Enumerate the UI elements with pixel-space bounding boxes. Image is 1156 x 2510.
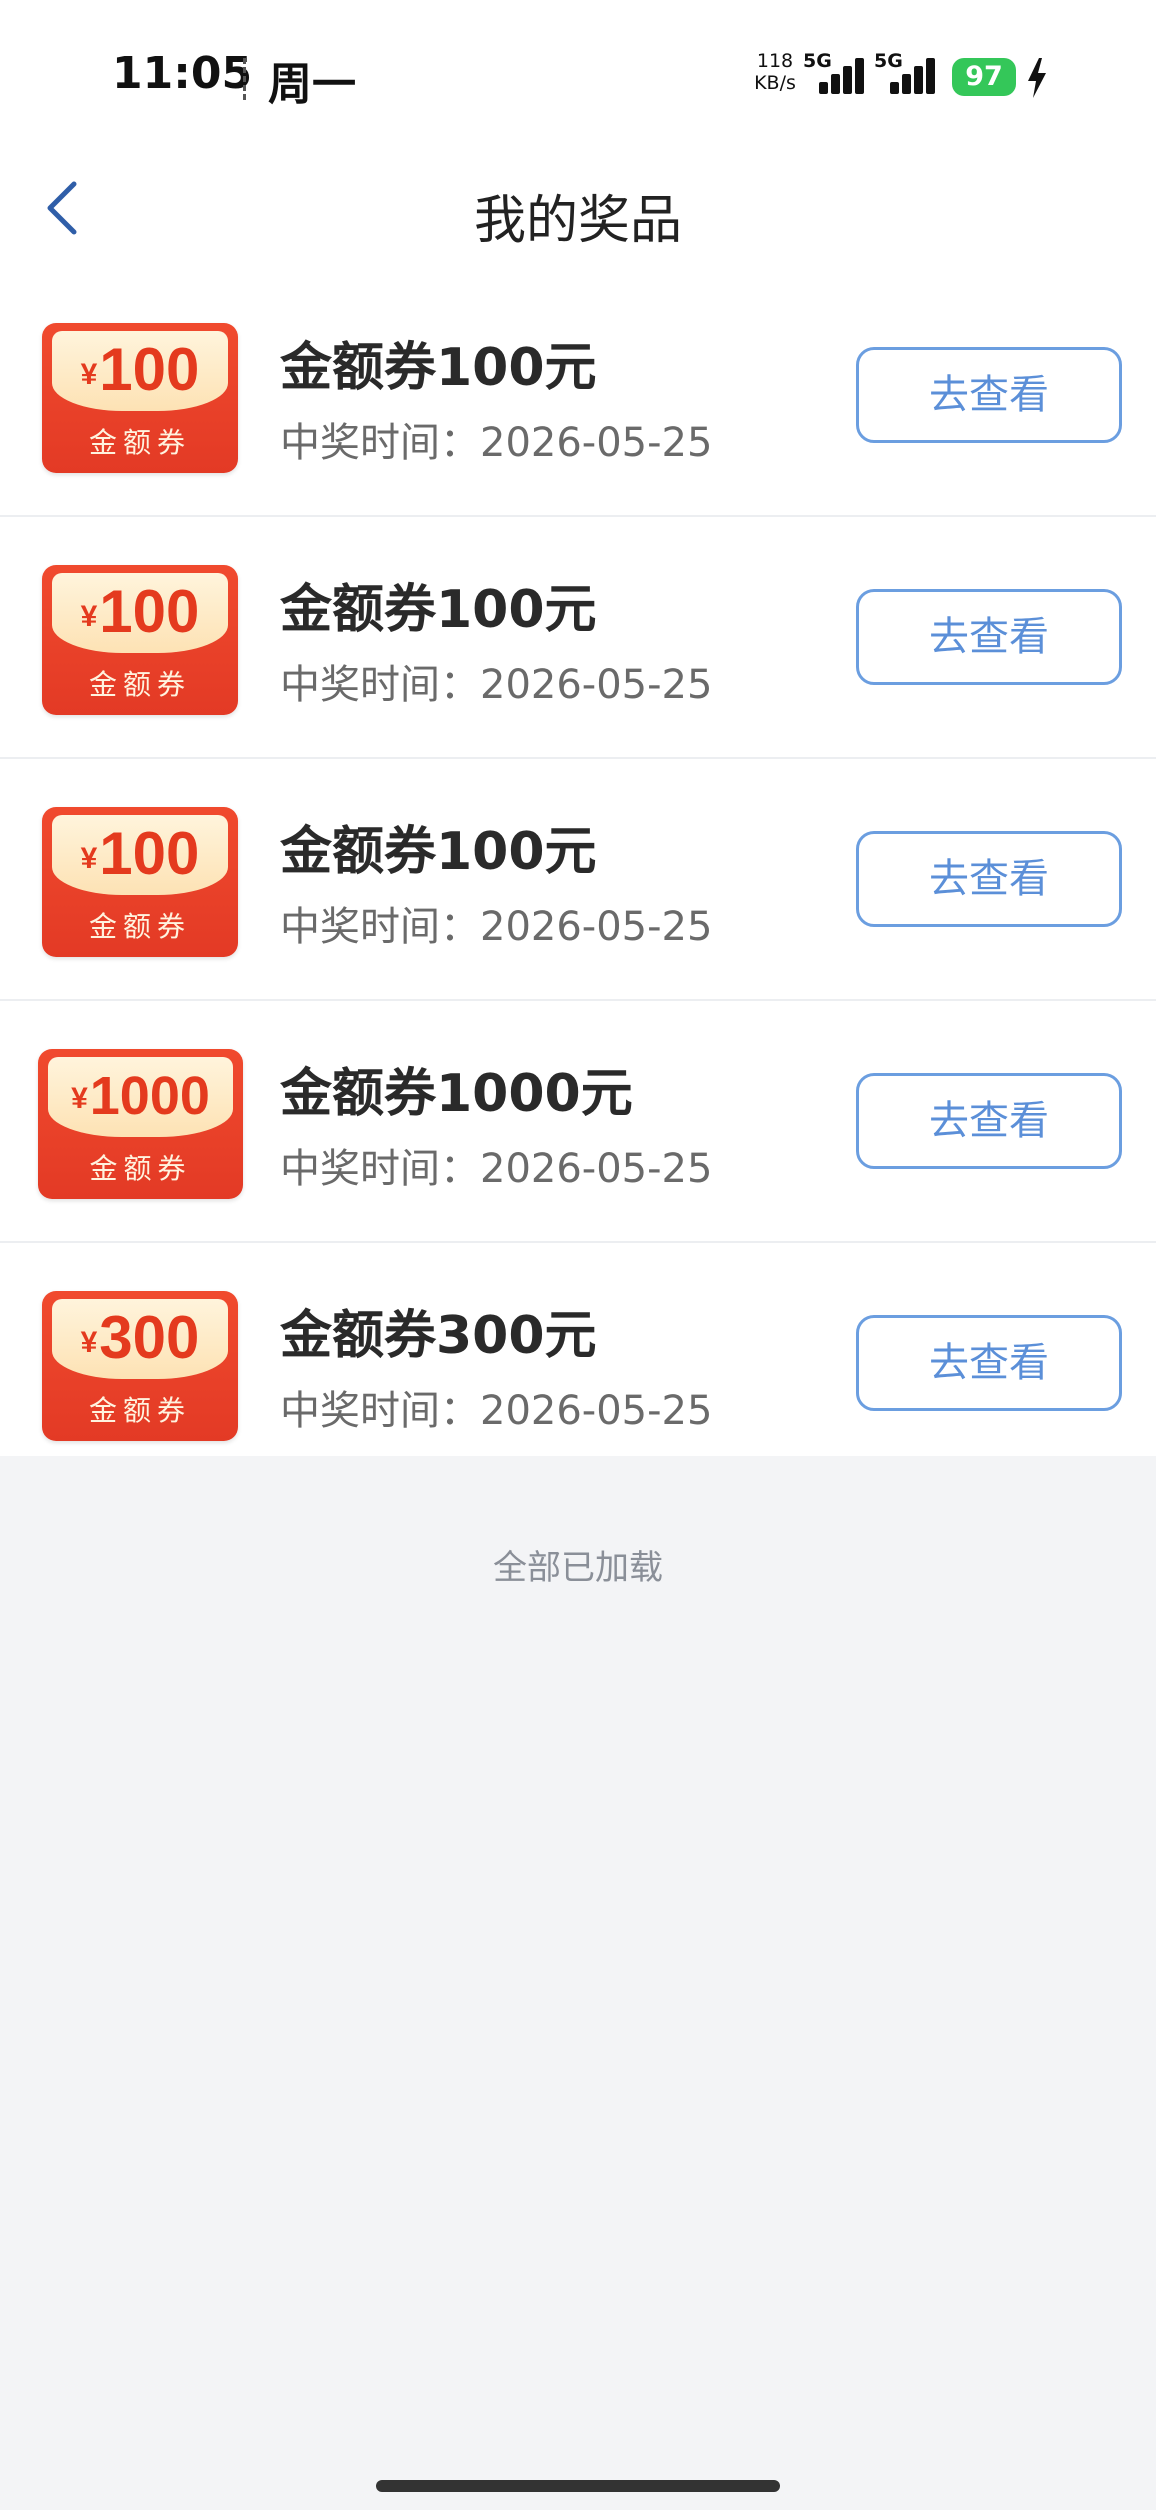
prize-title: 金额券100元: [280, 822, 597, 882]
coupon-label: 金额券: [89, 1152, 192, 1185]
prize-title: 金额券1000元: [280, 1064, 633, 1124]
prize-time: 中奖时间：2026-05-25: [280, 1146, 713, 1192]
coupon-label: 金额券: [88, 668, 191, 701]
signal-icon-2: 5G: [874, 50, 942, 98]
prize-title: 金额券100元: [280, 580, 597, 640]
coupon-amount: 100: [99, 578, 200, 645]
coupon-label: 金额券: [88, 426, 191, 459]
signal-label: 5G: [803, 50, 832, 72]
prize-item: ¥100 金额券 金额券100元 中奖时间：2026-05-25 去查看: [0, 517, 1156, 759]
all-loaded-text: 全部已加载: [493, 1548, 663, 1588]
view-button[interactable]: 去查看: [856, 589, 1122, 685]
charging-bolt-icon: [1028, 58, 1046, 98]
coupon-icon: ¥1000 金额券: [38, 1049, 243, 1199]
coupon-currency: ¥: [71, 1082, 88, 1115]
signal-label-2: 5G: [874, 50, 903, 72]
battery-icon: 97: [952, 58, 1016, 96]
prize-item: ¥100 金额券 金额券100元 中奖时间：2026-05-25 去查看: [0, 275, 1156, 517]
view-button[interactable]: 去查看: [856, 347, 1122, 443]
coupon-icon: ¥100 金额券: [42, 323, 238, 473]
prize-item: ¥100 金额券 金额券100元 中奖时间：2026-05-25 去查看: [0, 759, 1156, 1001]
coupon-icon: ¥100 金额券: [42, 565, 238, 715]
prize-item: ¥1000 金额券 金额券1000元 中奖时间：2026-05-25 去查看: [0, 1001, 1156, 1243]
coupon-currency: ¥: [80, 842, 98, 875]
coupon-icon: ¥300 金额券: [42, 1291, 238, 1441]
prize-time: 中奖时间：2026-05-25: [280, 904, 713, 950]
prize-item: ¥300 金额券 金额券300元 中奖时间：2026-05-25 去查看: [0, 1243, 1156, 1456]
coupon-currency: ¥: [80, 358, 98, 391]
network-speed: 118 KB/s: [750, 50, 800, 94]
prize-title: 金额券100元: [280, 338, 597, 398]
prize-time: 中奖时间：2026-05-25: [280, 1388, 713, 1434]
network-speed-value: 118: [756, 50, 794, 72]
view-button[interactable]: 去查看: [856, 1315, 1122, 1411]
view-button[interactable]: 去查看: [856, 831, 1122, 927]
network-speed-unit: KB/s: [754, 72, 796, 94]
prize-time: 中奖时间：2026-05-25: [280, 420, 713, 466]
status-time: 11:05: [112, 48, 253, 99]
prize-time: 中奖时间：2026-05-25: [280, 662, 713, 708]
coupon-amount: 1000: [89, 1066, 210, 1126]
home-indicator[interactable]: [376, 2480, 780, 2492]
coupon-currency: ¥: [80, 1326, 98, 1359]
coupon-amount: 100: [99, 820, 200, 887]
coupon-icon: ¥100 金额券: [42, 807, 238, 957]
status-day: 周一: [268, 59, 356, 110]
coupon-label: 金额券: [88, 1394, 191, 1427]
coupon-amount: 100: [99, 336, 200, 403]
signal-icon: 5G: [803, 50, 871, 98]
coupon-currency: ¥: [80, 600, 98, 633]
prize-list: ¥100 金额券 金额券100元 中奖时间：2026-05-25 去查看 ¥10…: [0, 275, 1156, 1456]
coupon-amount: 300: [99, 1304, 200, 1371]
coupon-label: 金额券: [88, 910, 191, 943]
view-button[interactable]: 去查看: [856, 1073, 1122, 1169]
page-title: 我的奖品: [473, 191, 682, 251]
prize-title: 金额券300元: [280, 1306, 597, 1366]
status-separator: [243, 58, 246, 100]
